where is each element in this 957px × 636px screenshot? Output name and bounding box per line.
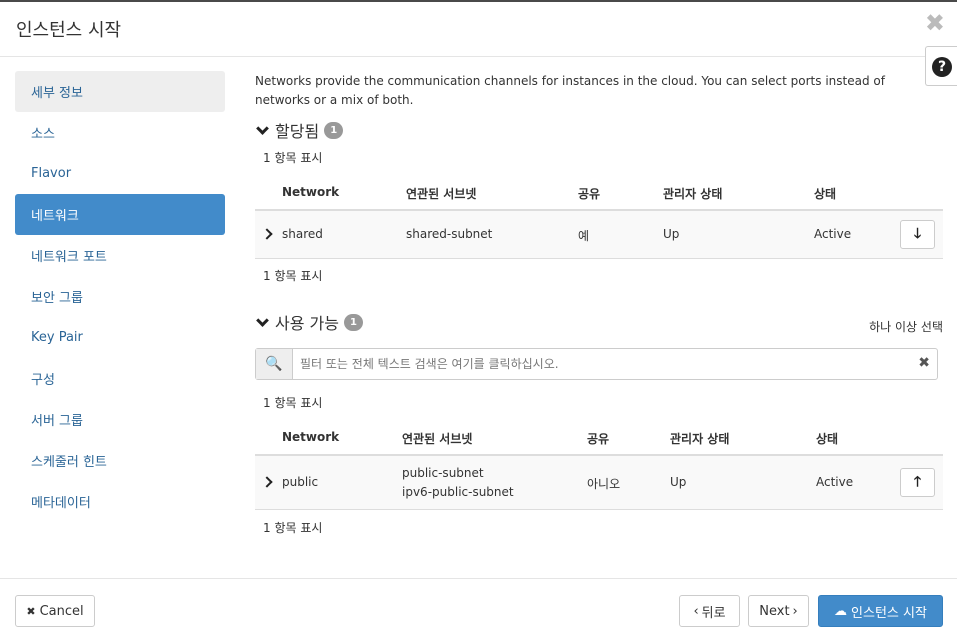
arrow-up-icon: 🡑 [913,474,922,490]
sidebar-item-label: 서버 그룹 [31,414,83,429]
deallocate-button[interactable]: 🡓 [900,220,935,249]
network-name: shared [282,227,323,241]
allocate-button[interactable]: 🡑 [900,468,935,497]
available-items-count-bottom: 1 항목 표시 [263,521,323,535]
subnet-name: shared-subnet [406,227,493,241]
allocated-title: 할당됨 [275,122,320,141]
modal-title: 인스턴스 시작 [16,20,122,41]
status-value: Active [814,227,852,241]
column-header-network: Network [282,185,340,199]
column-header-admin-state: 관리자 상태 [670,432,730,446]
select-hint: 하나 이상 선택 [869,320,943,334]
available-items-count: 1 항목 표시 [263,396,323,410]
sidebar-item-metadata[interactable]: 메타데이터 [15,481,225,522]
column-header-shared: 공유 [587,432,610,446]
next-label: Next [759,603,790,619]
sidebar-item-label: 스케줄러 힌트 [31,455,107,470]
chevron-right-icon[interactable] [261,476,273,488]
arrow-down-icon: 🡓 [913,226,922,242]
help-button[interactable]: ? [925,46,957,86]
launch-instance-button[interactable]: ☁ 인스턴스 시작 [818,595,943,627]
sidebar-item-scheduler-hints[interactable]: 스케줄러 힌트 [15,440,225,481]
wizard-sidebar: 세부 정보 소스 Flavor 네트워크 네트워크 포트 보안 그룹 Key P… [15,71,225,522]
sidebar-item-label: 메타데이터 [31,496,91,511]
chevron-left-icon: ‹ [693,603,699,619]
sidebar-item-configuration[interactable]: 구성 [15,358,225,399]
available-section-toggle[interactable]: 사용 가능 1 [255,310,363,334]
launch-instance-label: 인스턴스 시작 [851,605,927,621]
subnet-name: ipv6-public-subnet [402,485,514,499]
chevron-down-icon [256,313,269,327]
back-label: 뒤로 [701,605,726,621]
allocated-section-toggle[interactable]: 할당됨 1 [255,118,344,142]
cloud-upload-icon: ☁ [834,603,848,619]
network-name: public [282,475,319,489]
next-button[interactable]: Next › [748,595,809,627]
search-input[interactable] [300,354,900,374]
sidebar-item-label: 소스 [31,127,55,142]
available-count-badge: 1 [343,313,363,331]
sidebar-item-label: 구성 [31,373,55,388]
column-header-subnets: 연관된 서브넷 [406,187,477,201]
column-header-admin-state: 관리자 상태 [663,187,723,201]
sidebar-item-label: 보안 그룹 [31,291,83,306]
sidebar-item-label: 네트워크 포트 [31,250,107,265]
close-icon: ✖ [26,604,36,618]
status-value: Active [816,475,854,489]
shared-value: 예 [578,229,590,243]
close-icon[interactable]: ✖ [925,11,945,35]
chevron-down-icon [256,121,269,135]
sidebar-item-label: Key Pair [31,330,83,345]
column-header-network: Network [282,430,340,444]
column-header-status: 상태 [814,187,837,201]
modal-footer: ✖ Cancel ‹ 뒤로 Next › ☁ 인스턴스 시작 [0,578,957,636]
sidebar-item-details[interactable]: 세부 정보 [15,71,225,112]
search-box: 🔍 ✖ [255,348,938,380]
available-title: 사용 가능 [275,314,339,333]
shared-value: 아니오 [587,477,621,491]
sidebar-item-security-groups[interactable]: 보안 그룹 [15,276,225,317]
column-header-shared: 공유 [578,187,601,201]
column-header-subnets: 연관된 서브넷 [402,432,473,446]
admin-state-value: Up [670,475,687,489]
clear-search-icon[interactable]: ✖ [918,355,930,371]
subnet-name: public-subnet [402,466,484,480]
sidebar-item-flavor[interactable]: Flavor [15,153,225,194]
sidebar-item-key-pair[interactable]: Key Pair [15,317,225,358]
allocated-items-count-bottom: 1 항목 표시 [263,269,323,283]
search-icon: 🔍 [256,349,293,379]
question-circle-icon: ? [932,57,952,77]
chevron-right-icon: › [792,603,798,619]
cancel-label: Cancel [39,603,84,619]
cancel-button[interactable]: ✖ Cancel [15,595,95,627]
sidebar-item-source[interactable]: 소스 [15,112,225,153]
admin-state-value: Up [663,227,680,241]
networks-description: Networks provide the communication chann… [255,74,885,107]
back-button[interactable]: ‹ 뒤로 [679,595,740,627]
sidebar-item-networks[interactable]: 네트워크 [15,194,225,235]
table-row: public public-subnet ipv6-public-subnet … [255,456,943,510]
sidebar-item-network-ports[interactable]: 네트워크 포트 [15,235,225,276]
allocated-count-badge: 1 [324,121,344,139]
sidebar-item-label: 세부 정보 [31,86,83,101]
allocated-items-count: 1 항목 표시 [263,151,323,165]
table-row: shared shared-subnet 예 Up Active 🡓 [255,211,943,259]
modal-header: 인스턴스 시작 ✖ [0,2,957,57]
sidebar-item-label: 네트워크 [31,209,79,224]
chevron-right-icon[interactable] [261,228,273,240]
available-table-header: Network 연관된 서브넷 공유 관리자 상태 상태 [255,418,943,456]
sidebar-item-server-groups[interactable]: 서버 그룹 [15,399,225,440]
column-header-status: 상태 [816,432,839,446]
allocated-table-header: Network 연관된 서브넷 공유 관리자 상태 상태 [255,173,943,211]
sidebar-item-label: Flavor [31,166,72,181]
